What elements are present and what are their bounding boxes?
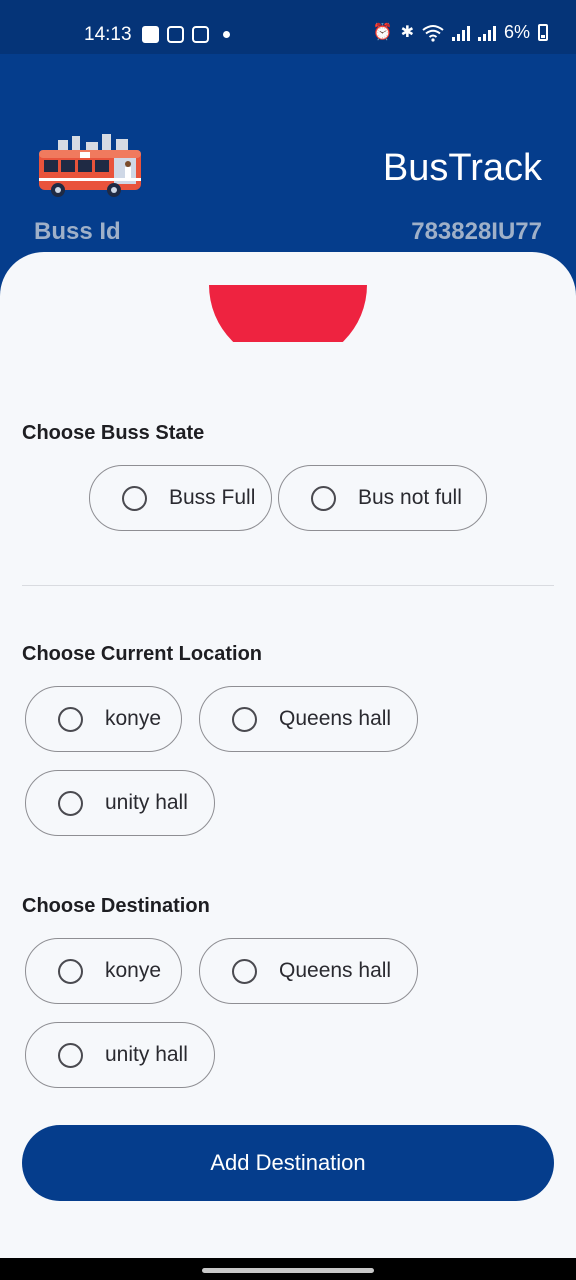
- instagram-icon: [192, 26, 209, 43]
- signal-icon: [451, 25, 470, 41]
- status-time: 14:13: [84, 24, 132, 45]
- radio-icon[interactable]: [58, 790, 83, 816]
- add-destination-button[interactable]: Add Destination: [22, 1125, 554, 1201]
- notification-dot-icon: [223, 31, 230, 38]
- status-left-icons: [142, 26, 230, 43]
- bus-logo-icon: [39, 134, 141, 197]
- bus-state-title: Choose Buss State: [22, 422, 205, 444]
- destination-option-queens-hall[interactable]: Queens hall: [199, 938, 418, 1004]
- radio-icon[interactable]: [122, 485, 147, 511]
- option-label: unity hall: [105, 1043, 188, 1066]
- location-option-queens-hall[interactable]: Queens hall: [199, 686, 418, 752]
- signal-icon: [477, 25, 496, 41]
- instagram-icon: [167, 26, 184, 43]
- app-title: BusTrack: [382, 147, 542, 189]
- option-label: Buss Full: [169, 486, 256, 509]
- radio-icon[interactable]: [232, 958, 257, 984]
- current-location-title: Choose Current Location: [22, 643, 263, 665]
- wifi-icon: [422, 24, 444, 42]
- destination-title: Choose Destination: [22, 895, 210, 917]
- bluetooth-icon: ✱: [400, 23, 414, 41]
- radio-icon[interactable]: [311, 485, 336, 511]
- battery-icon: [538, 24, 548, 41]
- option-label: Queens hall: [279, 707, 392, 730]
- bus-state-option-full[interactable]: Buss Full: [89, 465, 272, 531]
- destination-option-konye[interactable]: konye: [25, 938, 182, 1004]
- radio-icon[interactable]: [58, 958, 83, 984]
- app-header: BusTrack Buss Id 783828IU77: [0, 54, 576, 274]
- option-label: Bus not full: [358, 486, 462, 509]
- option-label: konye: [105, 707, 162, 730]
- bus-id-label: Buss Id: [34, 218, 121, 245]
- status-right-icons: ⏰ ✱ 6%: [373, 22, 548, 43]
- bus-id-value: 783828IU77: [411, 218, 542, 245]
- option-label: Queens hall: [279, 959, 392, 982]
- home-gesture-handle[interactable]: [202, 1268, 374, 1273]
- alarm-icon: ⏰: [372, 23, 393, 41]
- status-indicator-shape: [209, 285, 367, 342]
- location-option-unity-hall[interactable]: unity hall: [25, 770, 215, 836]
- battery-percent: 6%: [503, 22, 530, 42]
- system-nav-bar: [0, 1258, 576, 1280]
- option-label: konye: [105, 959, 162, 982]
- gallery-icon: [142, 26, 159, 43]
- content-sheet: Choose Buss State Buss Full Bus not full…: [0, 252, 576, 1258]
- status-bar: 14:13 ⏰ ✱ 6%: [0, 0, 576, 54]
- section-divider: [22, 585, 554, 586]
- bus-state-option-not-full[interactable]: Bus not full: [278, 465, 487, 531]
- option-label: unity hall: [105, 791, 188, 814]
- radio-icon[interactable]: [232, 706, 257, 732]
- radio-icon[interactable]: [58, 706, 83, 732]
- radio-icon[interactable]: [58, 1042, 83, 1068]
- location-option-konye[interactable]: konye: [25, 686, 182, 752]
- destination-option-unity-hall[interactable]: unity hall: [25, 1022, 215, 1088]
